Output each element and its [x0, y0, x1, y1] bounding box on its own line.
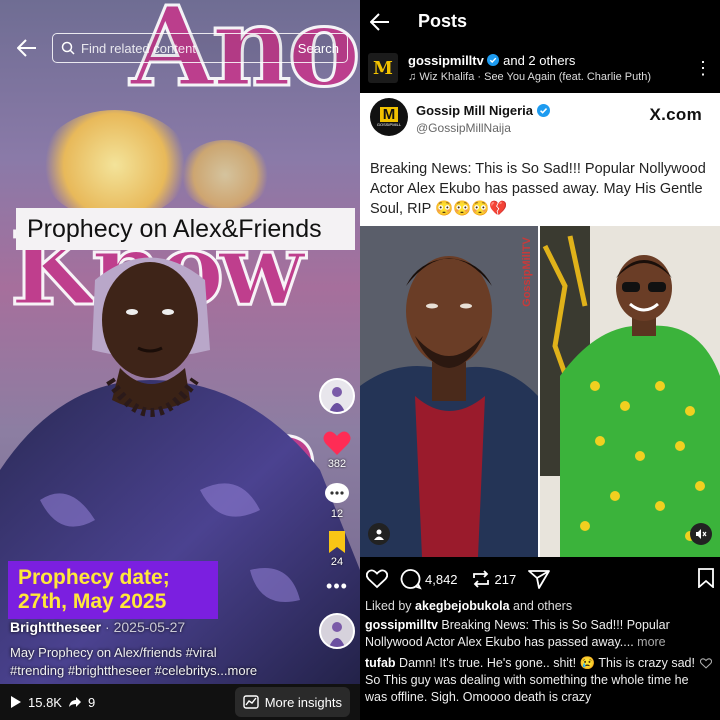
liked-suffix: and others [513, 599, 573, 613]
chart-icon [242, 695, 259, 709]
instagram-post-panel: Posts M gossipmilltv and 2 others ♫ Wiz … [360, 0, 720, 720]
top-comment: tufab Damn! It's true. He's gone.. shit!… [365, 655, 695, 706]
comment-count: 4,842 [425, 571, 458, 587]
user-tag-icon[interactable] [368, 523, 390, 545]
search-input[interactable]: Find related content Search [52, 33, 348, 63]
background-flowers [180, 140, 270, 210]
comment-bubble-icon [400, 569, 422, 590]
play-count-icon [11, 696, 21, 708]
liked-prefix: Liked by [365, 599, 412, 613]
back-arrow-icon[interactable] [370, 12, 390, 31]
caption-more-link[interactable]: more [637, 635, 665, 649]
more-insights-button[interactable]: More insights [234, 687, 350, 717]
search-button[interactable]: Search [298, 41, 339, 56]
music-note-icon: ♫ [408, 71, 417, 83]
mute-icon[interactable] [690, 523, 712, 545]
comment-icon[interactable] [324, 482, 350, 506]
prophecy-date-line2: 27th, May 2025 [18, 590, 167, 613]
video-description[interactable]: May Prophecy on Alex/friends #viral #tre… [10, 644, 310, 680]
bookmark-icon[interactable] [327, 530, 347, 554]
post-caption: gossipmilltv Breaking News: This is So S… [365, 617, 715, 651]
more-insights-label: More insights [264, 694, 342, 710]
more-options-icon[interactable]: ••• [326, 576, 348, 597]
page-title: Posts [418, 11, 468, 31]
account-avatar[interactable]: M [368, 53, 398, 83]
collaborators[interactable]: and 2 others [503, 53, 575, 68]
posts-header: Posts [360, 0, 720, 43]
post-author-row: M gossipmilltv and 2 others ♫ Wiz Khalif… [360, 43, 720, 93]
post-photos[interactable]: GossipMillTV [360, 226, 720, 557]
tweet-author: Gossip Mill Nigeria [416, 103, 551, 118]
music-track[interactable]: Wiz Khalifa · See You Again (feat. Charl… [419, 71, 651, 83]
liked-by-text[interactable]: Liked by akegbejobukola and others [365, 599, 572, 613]
comment-username[interactable]: tufab [365, 656, 396, 670]
share-count: 9 [87, 694, 96, 710]
tweet-text: Breaking News: This is So Sad!!! Popular… [370, 161, 706, 217]
repost-count: 217 [494, 571, 517, 587]
video-author[interactable]: Brighttheseer · 2025-05-27 [10, 619, 185, 635]
share-button[interactable] [528, 569, 551, 589]
verified-badge-icon [487, 54, 500, 66]
logo-text: GOSSIPMILL [376, 122, 402, 127]
view-count: 15.8K [28, 694, 62, 710]
repost-button[interactable]: 217 [470, 569, 517, 589]
search-icon [61, 41, 75, 55]
back-arrow-icon[interactable] [12, 33, 42, 63]
video-action-rail: 382 12 24 ••• [318, 378, 356, 649]
video-stats-bar: 15.8K 9 More insights [0, 684, 360, 720]
comment-button[interactable]: 4,842 [400, 568, 458, 590]
share-arrow-icon [68, 697, 81, 707]
send-icon [528, 570, 551, 589]
save-count: 24 [330, 556, 344, 568]
background-flowers [40, 110, 190, 220]
x-logo: X.com [649, 105, 702, 124]
account-name[interactable]: gossipmilltv [408, 53, 484, 68]
post-actions-bar: 4,842 217 [360, 564, 720, 594]
description-line: May Prophecy on Alex/friends #viral [10, 645, 217, 660]
avatar-letter: M [373, 57, 393, 79]
tweet-card: M GOSSIPMILL Gossip Mill Nigeria @Gossip… [360, 93, 720, 226]
comment-like-icon[interactable] [699, 656, 713, 674]
sound-disc-icon[interactable] [319, 613, 355, 649]
liked-user[interactable]: akegbejobukola [415, 599, 509, 613]
actor-photo-left: GossipMillTV [360, 226, 538, 557]
tweet-author-name: Gossip Mill Nigeria [416, 103, 534, 118]
creator-avatar[interactable] [319, 378, 355, 414]
caption-username[interactable]: gossipmilltv [365, 618, 438, 632]
tweet-handle: @GossipMillNaija [416, 121, 511, 135]
like-button[interactable] [366, 569, 388, 589]
tiktok-video-panel[interactable]: Ano Know o Find related content Search P… [0, 0, 360, 720]
top-search-bar: Find related content Search [12, 33, 348, 63]
verified-badge-icon [537, 104, 551, 117]
prophecy-date-line1: Prophecy date; [18, 566, 170, 589]
heart-outline-icon [366, 569, 388, 589]
post-options-icon[interactable]: ⋮ [694, 58, 712, 79]
gossipmill-logo: M GOSSIPMILL [370, 98, 408, 136]
actor-photo-right [540, 226, 720, 557]
post-date: · 2025-05-27 [105, 619, 186, 635]
logo-letter: M [379, 107, 398, 122]
save-button[interactable] [698, 567, 714, 591]
like-count: 382 [327, 458, 347, 470]
description-line: #trending #brighttheseer #celebritys...m… [10, 663, 258, 678]
like-heart-icon[interactable] [323, 430, 351, 456]
search-placeholder: Find related content [81, 40, 196, 56]
prophecy-date-overlay: Prophecy date; 27th, May 2025 [8, 561, 218, 619]
author-name[interactable]: Brighttheseer [10, 619, 101, 635]
comment-count: 12 [330, 508, 344, 520]
bookmark-outline-icon [698, 567, 714, 589]
watermark-text: GossipMillTV [521, 237, 534, 307]
comment-text: Damn! It's true. He's gone.. shit! 😢 Thi… [365, 656, 695, 704]
repost-icon [472, 570, 489, 588]
